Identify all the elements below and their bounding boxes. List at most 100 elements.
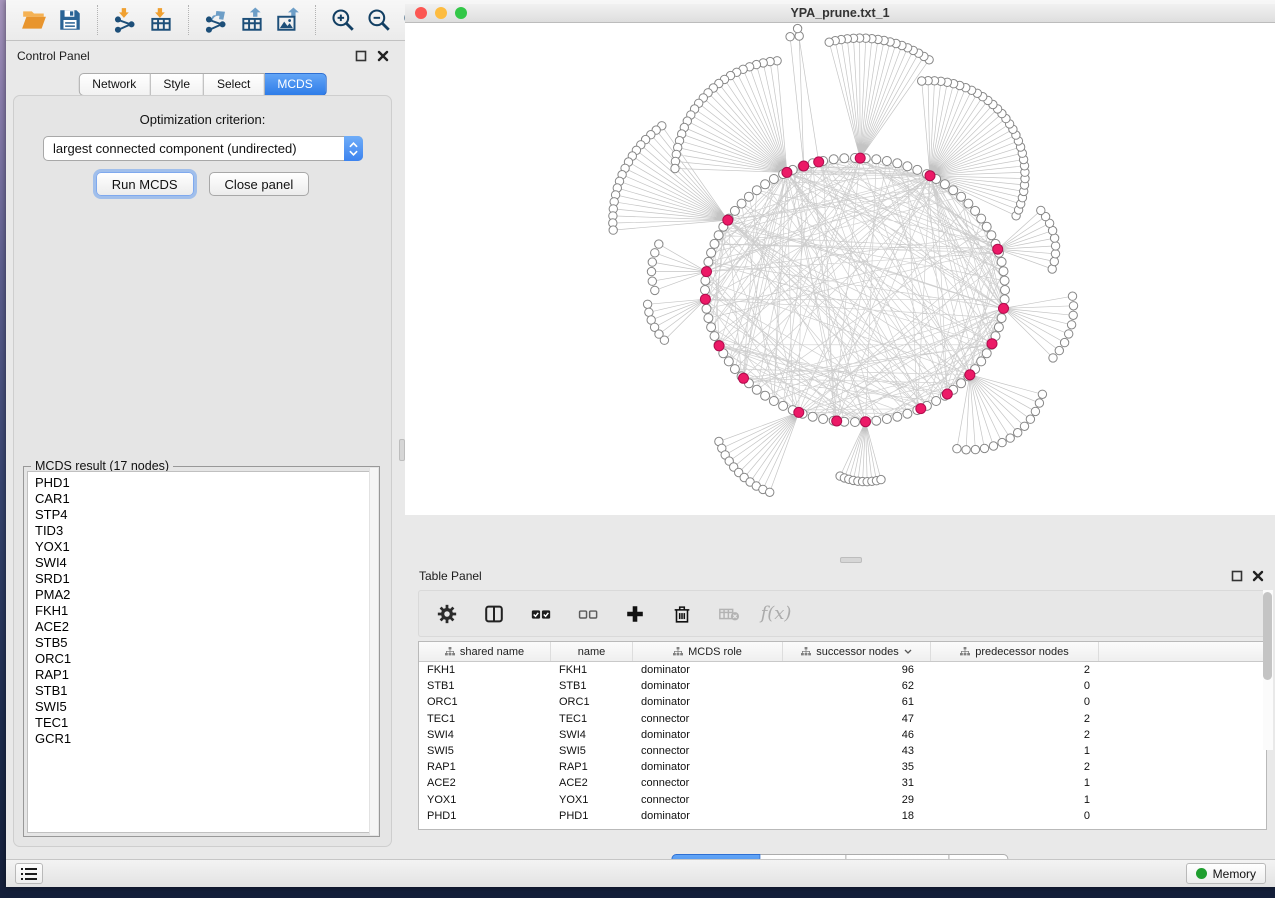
cell-MCDS-role[interactable]: dominator bbox=[633, 729, 783, 741]
network-node[interactable] bbox=[971, 206, 980, 215]
mcds-result-item[interactable]: ORC1 bbox=[35, 651, 368, 667]
network-node[interactable] bbox=[882, 415, 891, 424]
cell-name[interactable]: YOX1 bbox=[551, 794, 633, 806]
network-node[interactable] bbox=[994, 323, 1003, 332]
network-node[interactable] bbox=[769, 397, 778, 406]
cell-predecessor-nodes[interactable]: 0 bbox=[931, 810, 1099, 822]
table-row-PHD1[interactable]: PHD1PHD1dominator180 bbox=[419, 808, 1266, 824]
network-node[interactable] bbox=[882, 157, 891, 166]
network-node[interactable] bbox=[918, 77, 926, 85]
tab-select[interactable]: Select bbox=[204, 73, 264, 96]
cell-name[interactable]: ACE2 bbox=[551, 777, 633, 789]
mcds-result-item[interactable]: CAR1 bbox=[35, 491, 368, 507]
network-node[interactable] bbox=[1001, 286, 1010, 295]
network-node[interactable] bbox=[987, 231, 996, 240]
cell-successor-nodes[interactable]: 62 bbox=[783, 680, 931, 692]
mcds-result-item[interactable]: GCR1 bbox=[35, 731, 368, 747]
cell-name[interactable]: ORC1 bbox=[551, 696, 633, 708]
network-node[interactable] bbox=[1035, 399, 1043, 407]
cell-shared-name[interactable]: SWI5 bbox=[419, 745, 551, 757]
cell-MCDS-role[interactable]: dominator bbox=[633, 680, 783, 692]
cell-name[interactable]: SWI4 bbox=[551, 729, 633, 741]
network-node[interactable] bbox=[829, 155, 838, 164]
table-row-ACE2[interactable]: ACE2ACE2connector311 bbox=[419, 775, 1266, 791]
network-node[interactable] bbox=[964, 199, 973, 208]
network-node[interactable] bbox=[903, 162, 912, 171]
network-node[interactable] bbox=[872, 155, 881, 164]
network-node[interactable] bbox=[982, 349, 991, 358]
network-node[interactable] bbox=[793, 24, 801, 32]
cell-MCDS-role[interactable]: dominator bbox=[633, 761, 783, 773]
mcds-hub-node[interactable] bbox=[832, 416, 842, 426]
cell-shared-name[interactable]: ACE2 bbox=[419, 777, 551, 789]
network-node[interactable] bbox=[737, 199, 746, 208]
network-node[interactable] bbox=[707, 248, 716, 257]
cell-shared-name[interactable]: STB1 bbox=[419, 680, 551, 692]
mcds-result-list[interactable]: PHD1CAR1STP4TID3YOX1SWI4SRD1PMA2FKH1ACE2… bbox=[27, 471, 376, 833]
network-node[interactable] bbox=[647, 267, 655, 275]
tab-style[interactable]: Style bbox=[150, 73, 204, 96]
add-column-icon[interactable] bbox=[624, 603, 646, 625]
network-node[interactable] bbox=[1051, 242, 1059, 250]
table-row-YOX1[interactable]: YOX1YOX1connector291 bbox=[419, 792, 1266, 808]
network-node[interactable] bbox=[766, 488, 774, 496]
network-node[interactable] bbox=[704, 314, 713, 323]
maximize-window-button[interactable] bbox=[455, 7, 467, 19]
cell-MCDS-role[interactable]: connector bbox=[633, 713, 783, 725]
horizontal-splitter[interactable] bbox=[405, 556, 1275, 564]
network-node[interactable] bbox=[940, 180, 949, 189]
network-node[interactable] bbox=[701, 276, 710, 285]
network-node[interactable] bbox=[1051, 250, 1059, 258]
network-node[interactable] bbox=[769, 175, 778, 184]
network-node[interactable] bbox=[1037, 206, 1045, 214]
table-row-ORC1[interactable]: ORC1ORC1dominator610 bbox=[419, 694, 1266, 710]
cell-predecessor-nodes[interactable]: 0 bbox=[931, 680, 1099, 692]
network-node[interactable] bbox=[957, 192, 966, 201]
network-node[interactable] bbox=[851, 418, 860, 427]
cell-predecessor-nodes[interactable]: 2 bbox=[931, 713, 1099, 725]
network-node[interactable] bbox=[1026, 415, 1034, 423]
cell-MCDS-role[interactable]: connector bbox=[633, 794, 783, 806]
network-node[interactable] bbox=[982, 222, 991, 231]
cell-shared-name[interactable]: RAP1 bbox=[419, 761, 551, 773]
mcds-result-item[interactable]: STB1 bbox=[35, 683, 368, 699]
network-node[interactable] bbox=[648, 277, 656, 285]
mcds-hub-node[interactable] bbox=[855, 153, 865, 163]
cell-successor-nodes[interactable]: 61 bbox=[783, 696, 931, 708]
network-node[interactable] bbox=[1049, 354, 1057, 362]
network-node[interactable] bbox=[1031, 407, 1039, 415]
table-row-RAP1[interactable]: RAP1RAP1dominator352 bbox=[419, 759, 1266, 775]
delete-table-icon[interactable] bbox=[718, 603, 740, 625]
table-row-SWI5[interactable]: SWI5SWI5connector431 bbox=[419, 743, 1266, 759]
cell-successor-nodes[interactable]: 47 bbox=[783, 713, 931, 725]
mcds-hub-node[interactable] bbox=[814, 157, 824, 167]
mcds-hub-node[interactable] bbox=[861, 417, 871, 427]
mcds-hub-node[interactable] bbox=[993, 244, 1003, 254]
network-node[interactable] bbox=[660, 336, 668, 344]
mcds-hub-node[interactable] bbox=[799, 161, 809, 171]
network-node[interactable] bbox=[977, 214, 986, 223]
mcds-result-item[interactable]: RAP1 bbox=[35, 667, 368, 683]
network-node[interactable] bbox=[962, 446, 970, 454]
network-node[interactable] bbox=[808, 412, 817, 421]
column-header-predecessor-nodes[interactable]: predecessor nodes bbox=[931, 642, 1099, 661]
network-node[interactable] bbox=[702, 304, 711, 313]
cell-name[interactable]: TEC1 bbox=[551, 713, 633, 725]
cell-name[interactable]: FKH1 bbox=[551, 664, 633, 676]
mcds-list-scrollbar[interactable] bbox=[369, 468, 378, 835]
save-session-icon[interactable] bbox=[52, 4, 88, 36]
network-node[interactable] bbox=[997, 257, 1006, 266]
cell-MCDS-role[interactable]: connector bbox=[633, 745, 783, 757]
task-history-button[interactable] bbox=[15, 863, 43, 884]
table-scrollbar[interactable] bbox=[1263, 590, 1273, 750]
float-table-panel-icon[interactable] bbox=[1231, 570, 1243, 582]
mcds-hub-node[interactable] bbox=[916, 404, 926, 414]
network-node[interactable] bbox=[704, 257, 713, 266]
cell-successor-nodes[interactable]: 18 bbox=[783, 810, 931, 822]
mcds-result-item[interactable]: FKH1 bbox=[35, 603, 368, 619]
cell-successor-nodes[interactable]: 43 bbox=[783, 745, 931, 757]
close-window-button[interactable] bbox=[415, 7, 427, 19]
mcds-hub-node[interactable] bbox=[782, 167, 792, 177]
mcds-result-item[interactable]: STP4 bbox=[35, 507, 368, 523]
cell-shared-name[interactable]: PHD1 bbox=[419, 810, 551, 822]
